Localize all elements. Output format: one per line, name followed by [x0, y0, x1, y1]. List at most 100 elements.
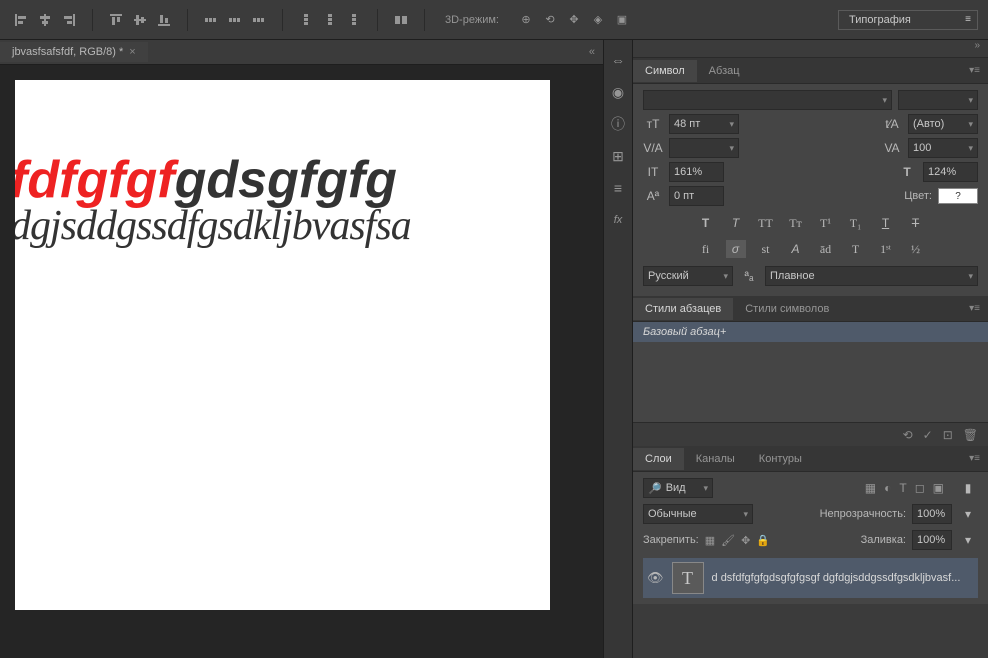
- color-swatch[interactable]: ?: [938, 188, 978, 204]
- superscript-icon[interactable]: T¹: [816, 214, 836, 232]
- info-icon[interactable]: ⓘ: [606, 112, 630, 136]
- layer-name[interactable]: d dsfdfgfgfgdsgfgfgsgf dgfdgjsddgssdfgsd…: [712, 572, 974, 584]
- fill-label: Заливка:: [861, 534, 906, 546]
- distribute-5-icon[interactable]: [319, 9, 341, 31]
- fill-chevron-icon[interactable]: ▾: [958, 530, 978, 550]
- 3d-rotate-icon[interactable]: ⟲: [539, 9, 561, 31]
- titling-icon[interactable]: T: [846, 240, 866, 258]
- layer-thumbnail[interactable]: T: [672, 562, 704, 594]
- tab-layers[interactable]: Слои: [633, 448, 684, 470]
- align-right-icon[interactable]: [58, 9, 80, 31]
- opacity-input[interactable]: [912, 504, 952, 524]
- collapse-tabs-icon[interactable]: «: [581, 42, 603, 62]
- font-family-dropdown[interactable]: [643, 90, 892, 110]
- strip-icon-2[interactable]: ◉: [606, 80, 630, 104]
- filter-toggle-icon[interactable]: ▮: [958, 478, 978, 498]
- tab-paragraph[interactable]: Абзац: [697, 60, 752, 82]
- document-tab[interactable]: jbvasfsafsfdf, RGB/8) * ×: [0, 42, 148, 62]
- antialias-dropdown[interactable]: Плавное: [765, 266, 978, 286]
- auto-align-icon[interactable]: [390, 9, 412, 31]
- panel-menu-icon[interactable]: ▾≡: [961, 65, 988, 76]
- align-middle-icon[interactable]: [129, 9, 151, 31]
- lock-transparency-icon[interactable]: ▦: [705, 534, 715, 547]
- leading-input[interactable]: (Авто): [908, 114, 978, 134]
- ligature-icon[interactable]: fi: [696, 240, 716, 258]
- discretionary-icon[interactable]: st: [756, 240, 776, 258]
- strip-icon-3[interactable]: ⊞: [606, 144, 630, 168]
- fill-input[interactable]: [912, 530, 952, 550]
- 3d-camera-icon[interactable]: ▣: [611, 9, 633, 31]
- opacity-chevron-icon[interactable]: ▾: [958, 504, 978, 524]
- text-layer-line-1[interactable]: fdfgfgfgdsgfgfg: [15, 150, 550, 210]
- distribute-6-icon[interactable]: [343, 9, 365, 31]
- tab-paths[interactable]: Контуры: [747, 448, 814, 470]
- text-layer-line-2[interactable]: dgjsddgssdfgsdkljbvasfsa: [15, 202, 550, 250]
- filter-type-icon[interactable]: T: [899, 481, 906, 495]
- ordinals-icon[interactable]: 1ˢᵗ: [876, 240, 896, 258]
- base-paragraph-style[interactable]: Базовый абзац+: [633, 322, 988, 342]
- distribute-3-icon[interactable]: [248, 9, 270, 31]
- apply-style-icon[interactable]: ✓: [923, 428, 933, 442]
- swash-icon[interactable]: A: [786, 240, 806, 258]
- document-tab-bar: jbvasfsafsfdf, RGB/8) * × «: [0, 40, 603, 65]
- expand-panels-icon[interactable]: »: [633, 40, 988, 58]
- underline-icon[interactable]: T: [876, 214, 896, 232]
- align-center-h-icon[interactable]: [34, 9, 56, 31]
- lock-pixels-icon[interactable]: 🖌: [721, 534, 735, 547]
- fractions-icon[interactable]: ½: [906, 240, 926, 258]
- strikethrough-icon[interactable]: T: [906, 214, 926, 232]
- panel-menu-icon[interactable]: ▾≡: [961, 453, 988, 464]
- stylistic-icon[interactable]: ād: [816, 240, 836, 258]
- contextual-icon[interactable]: σ: [726, 240, 746, 258]
- tab-para-styles[interactable]: Стили абзацев: [633, 298, 733, 320]
- allcaps-icon[interactable]: TT: [756, 214, 776, 232]
- filter-smart-icon[interactable]: ▣: [933, 481, 944, 495]
- visibility-icon[interactable]: 👁: [647, 570, 664, 586]
- workspace-selector[interactable]: Типография: [838, 10, 978, 30]
- 3d-mode-label: 3D-режим:: [445, 14, 499, 26]
- strip-icon-4[interactable]: ≡: [606, 176, 630, 200]
- scale-v-input[interactable]: [669, 162, 724, 182]
- align-left-icon[interactable]: [10, 9, 32, 31]
- tab-char-styles[interactable]: Стили символов: [733, 298, 841, 320]
- smallcaps-icon[interactable]: Tт: [786, 214, 806, 232]
- distribute-2-icon[interactable]: [224, 9, 246, 31]
- strip-icon-1[interactable]: ⇔: [606, 48, 630, 72]
- font-size-input[interactable]: 48 пт: [669, 114, 739, 134]
- panel-menu-icon[interactable]: ▾≡: [961, 303, 988, 314]
- filter-kind-dropdown[interactable]: 🔎Вид: [643, 478, 713, 498]
- workspace-label: Типография: [849, 14, 911, 26]
- layer-item[interactable]: 👁 T d dsfdfgfgfgdsgfgfgsgf dgfdgjsddgssd…: [643, 558, 978, 598]
- scale-h-input[interactable]: [923, 162, 978, 182]
- italic-icon[interactable]: T: [726, 214, 746, 232]
- tab-character[interactable]: Символ: [633, 60, 697, 82]
- filter-adjust-icon[interactable]: ◐: [884, 481, 891, 495]
- subscript-icon[interactable]: T₁: [846, 214, 866, 232]
- 3d-orbit-icon[interactable]: ⊕: [515, 9, 537, 31]
- font-style-dropdown[interactable]: [898, 90, 978, 110]
- fx-icon[interactable]: fx: [606, 208, 630, 232]
- delete-style-icon[interactable]: 🗑: [963, 428, 978, 442]
- language-dropdown[interactable]: Русский: [643, 266, 733, 286]
- canvas[interactable]: fdfgfgfgdsgfgfg dgjsddgssdfgsdkljbvasfsa: [15, 80, 550, 610]
- 3d-scale-icon[interactable]: ◈: [587, 9, 609, 31]
- tracking-input[interactable]: 100: [908, 138, 978, 158]
- align-bottom-icon[interactable]: [153, 9, 175, 31]
- lock-position-icon[interactable]: ✥: [741, 534, 750, 547]
- close-icon[interactable]: ×: [129, 46, 135, 58]
- align-top-icon[interactable]: [105, 9, 127, 31]
- tab-channels[interactable]: Каналы: [684, 448, 747, 470]
- divider: [282, 9, 283, 31]
- distribute-4-icon[interactable]: [295, 9, 317, 31]
- bold-icon[interactable]: T: [696, 214, 716, 232]
- lock-all-icon[interactable]: 🔒: [756, 534, 770, 547]
- 3d-pan-icon[interactable]: ✥: [563, 9, 585, 31]
- undo-style-icon[interactable]: ⟲: [903, 428, 913, 442]
- baseline-input[interactable]: [669, 186, 724, 206]
- filter-shape-icon[interactable]: ◻: [915, 481, 925, 495]
- distribute-1-icon[interactable]: [200, 9, 222, 31]
- kerning-input[interactable]: [669, 138, 739, 158]
- filter-pixel-icon[interactable]: ▦: [865, 481, 876, 495]
- new-style-icon[interactable]: ⊡: [943, 428, 953, 442]
- blend-mode-dropdown[interactable]: Обычные: [643, 504, 753, 524]
